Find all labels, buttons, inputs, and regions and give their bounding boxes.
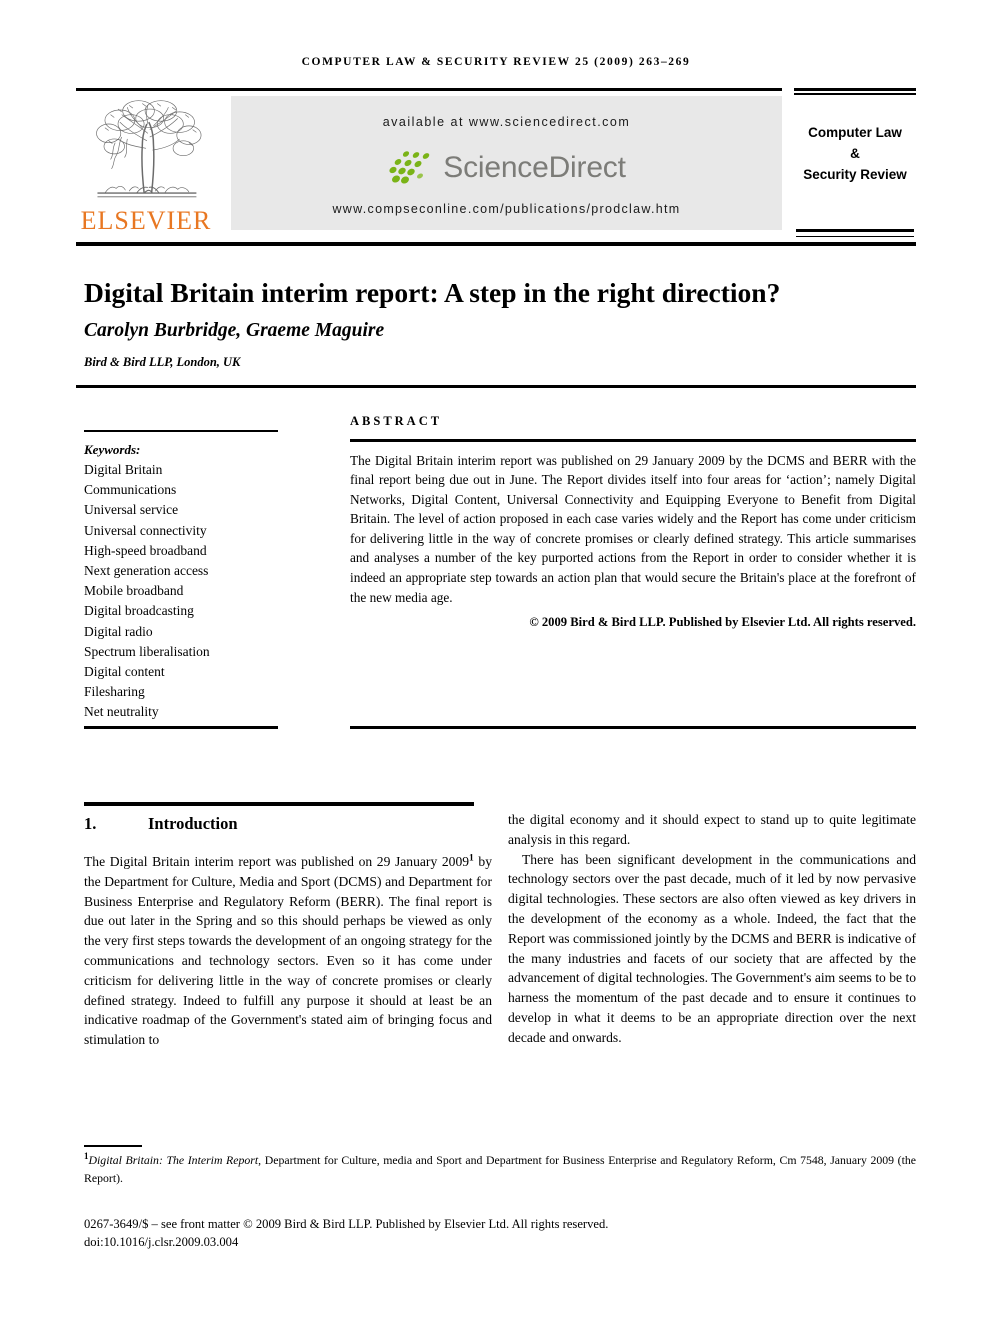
available-at-text: available at www.sciencedirect.com bbox=[382, 115, 631, 129]
masthead-bottom-rule bbox=[76, 242, 916, 246]
sciencedirect-leaves-icon bbox=[389, 151, 430, 184]
footer-doi-line: doi:10.1016/j.clsr.2009.03.004 bbox=[84, 1235, 239, 1249]
footer-issn-line: 0267-3649/$ – see front matter © 2009 Bi… bbox=[84, 1217, 609, 1231]
sciencedirect-banner: available at www.sciencedirect.com Scien… bbox=[231, 96, 782, 230]
sciencedirect-logo: ScienceDirect bbox=[231, 144, 782, 192]
section-title: Introduction bbox=[148, 814, 238, 833]
elsevier-tree-icon bbox=[96, 100, 202, 198]
footnote-title: Digital Britain: The Interim Report bbox=[88, 1153, 259, 1167]
masthead-top-rule-right-thin bbox=[794, 93, 916, 95]
keyword-item: Net neutrality bbox=[84, 704, 159, 720]
keyword-item: Filesharing bbox=[84, 684, 145, 700]
paragraph-text-part1: The Digital Britain interim report was p… bbox=[84, 854, 470, 869]
keyword-item: Digital radio bbox=[84, 623, 153, 639]
journal-title-line3: Security Review bbox=[803, 167, 907, 182]
keyword-item: Next generation access bbox=[84, 563, 209, 579]
title-bottom-rule bbox=[76, 385, 916, 388]
section-heading: 1. Introduction bbox=[84, 814, 492, 834]
journal-url-text: www.compseconline.com/publications/prodc… bbox=[332, 202, 681, 216]
journal-title-box: Computer Law & Security Review bbox=[794, 96, 916, 238]
running-head: COMPUTER LAW & SECURITY REVIEW 25 (2009)… bbox=[301, 56, 691, 68]
paragraph: the digital economy and it should expect… bbox=[508, 812, 916, 847]
body-column-left: 1. Introduction The Digital Britain inte… bbox=[84, 800, 492, 1050]
paragraph: There has been significant development i… bbox=[508, 851, 917, 1045]
abstract-rule bbox=[350, 439, 916, 442]
article-page: COMPUTER LAW & SECURITY REVIEW 25 (2009)… bbox=[0, 0, 992, 1323]
paragraph: The Digital Britain interim report was p… bbox=[84, 852, 492, 1050]
journal-title-line2: & bbox=[850, 146, 860, 161]
abstract-body: The Digital Britain interim report was p… bbox=[350, 452, 916, 605]
keywords-block: Keywords: Digital Britain Communications… bbox=[84, 432, 334, 723]
keyword-item: Digital Britain bbox=[84, 462, 163, 477]
footnote: 1Digital Britain: The Interim Report, De… bbox=[84, 1152, 916, 1187]
footnote-rule bbox=[84, 1145, 142, 1147]
keyword-item: Mobile broadband bbox=[84, 583, 184, 599]
journal-title-line1: Computer Law bbox=[808, 125, 902, 140]
page-title: Digital Britain interim report: A step i… bbox=[84, 277, 781, 309]
section-number: 1. bbox=[84, 814, 97, 833]
abstract-bottom-rule bbox=[350, 726, 916, 729]
keywords-bottom-rule bbox=[84, 726, 278, 729]
journal-box-bottom-rule-thin bbox=[796, 235, 914, 237]
keyword-item: Spectrum liberalisation bbox=[84, 643, 210, 659]
keyword-item: High-speed broadband bbox=[84, 542, 207, 558]
masthead: ELSEVIER available at www.sciencedirect.… bbox=[76, 88, 916, 240]
footer: 0267-3649/$ – see front matter © 2009 Bi… bbox=[84, 1215, 916, 1251]
keyword-item: Universal connectivity bbox=[84, 522, 207, 538]
body-column-right: the digital economy and it should expect… bbox=[508, 810, 916, 1048]
masthead-top-rule-left bbox=[76, 88, 782, 91]
keyword-item: Digital broadcasting bbox=[84, 603, 194, 619]
journal-title-text: Computer Law & Security Review bbox=[794, 122, 916, 185]
abstract-block: ABSTRACT The Digital Britain interim rep… bbox=[350, 414, 916, 630]
elsevier-logo: ELSEVIER bbox=[78, 96, 214, 238]
paragraph-text-part2: by the Department for Culture, Media and… bbox=[84, 854, 492, 1048]
elsevier-wordmark: ELSEVIER bbox=[80, 206, 212, 235]
affiliation: Bird & Bird LLP, London, UK bbox=[84, 355, 241, 369]
masthead-top-rule-right bbox=[794, 88, 916, 91]
journal-box-bottom-rule bbox=[796, 229, 914, 232]
keyword-item: Communications bbox=[84, 482, 177, 498]
keywords-label: Keywords: bbox=[84, 442, 141, 457]
author-list: Carolyn Burbridge, Graeme Maguire bbox=[84, 320, 385, 341]
sciencedirect-wordmark: ScienceDirect bbox=[443, 151, 626, 184]
abstract-copyright: © 2009 Bird & Bird LLP. Published by Els… bbox=[529, 615, 916, 630]
keyword-item: Universal service bbox=[84, 502, 179, 518]
keyword-item: Digital content bbox=[84, 664, 165, 680]
abstract-heading: ABSTRACT bbox=[350, 414, 443, 428]
